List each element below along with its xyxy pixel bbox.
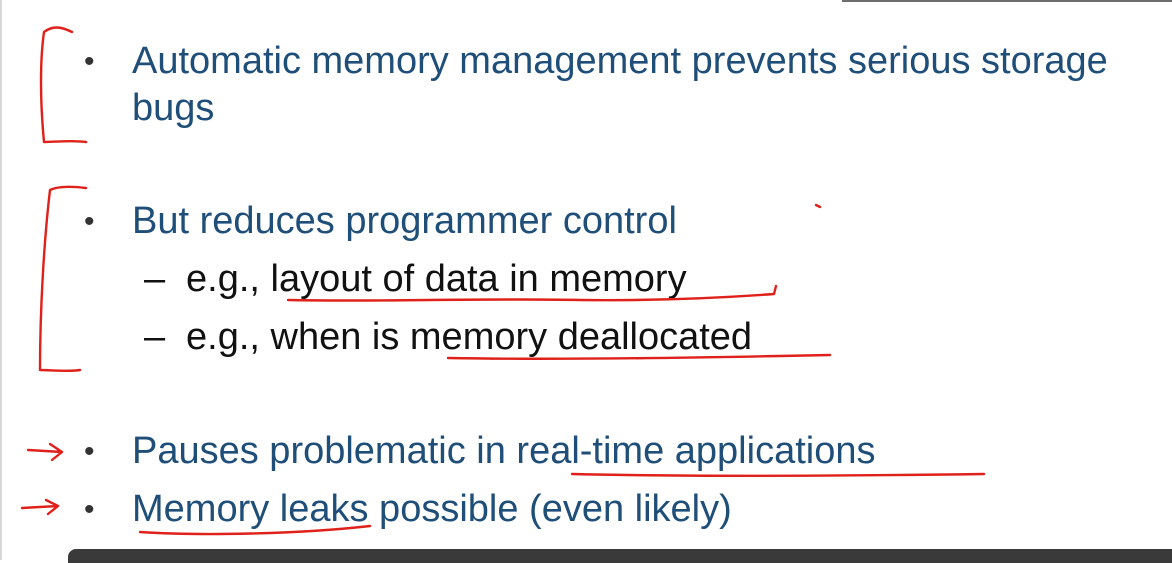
bullet-1-text: Automatic memory management prevents ser… [132,40,1108,129]
window-top-edge [842,0,1172,2]
bullet-dot: • [84,45,95,78]
bullet-4-text: Memory leaks possible (even likely) [132,488,732,530]
arrow-annotation-3 [26,442,64,462]
bullet-2: • But reduces programmer control [84,198,1132,245]
bullet-dot: • [84,205,95,238]
bullet-4: • Memory leaks possible (even likely) [84,486,1132,533]
bullet-2-text: But reduces programmer control [132,200,677,242]
bottom-toolbar-edge [68,549,1172,563]
slide-left-border [0,0,2,560]
bullet-3: • Pauses problematic in real-time applic… [84,428,1132,475]
subbullet-2: – e.g., when is memory deallocated [144,314,752,361]
bullet-dot: • [84,493,95,526]
bullet-3-text: Pauses problematic in real-time applicat… [132,430,876,472]
bullet-dot: • [84,435,95,468]
bullet-1: • Automatic memory management prevents s… [84,38,1132,132]
bracket-annotation-1 [39,26,88,144]
subbullet-1-text: e.g., layout of data in memory [186,258,687,300]
subbullet-1: – e.g., layout of data in memory [144,256,687,303]
dash-marker: – [144,258,166,300]
subbullet-2-text: e.g., when is memory deallocated [186,316,753,358]
dash-marker: – [144,316,166,358]
arrow-annotation-4 [20,498,60,516]
slide: • Automatic memory management prevents s… [0,0,1172,563]
bracket-annotation-2 [38,185,88,373]
